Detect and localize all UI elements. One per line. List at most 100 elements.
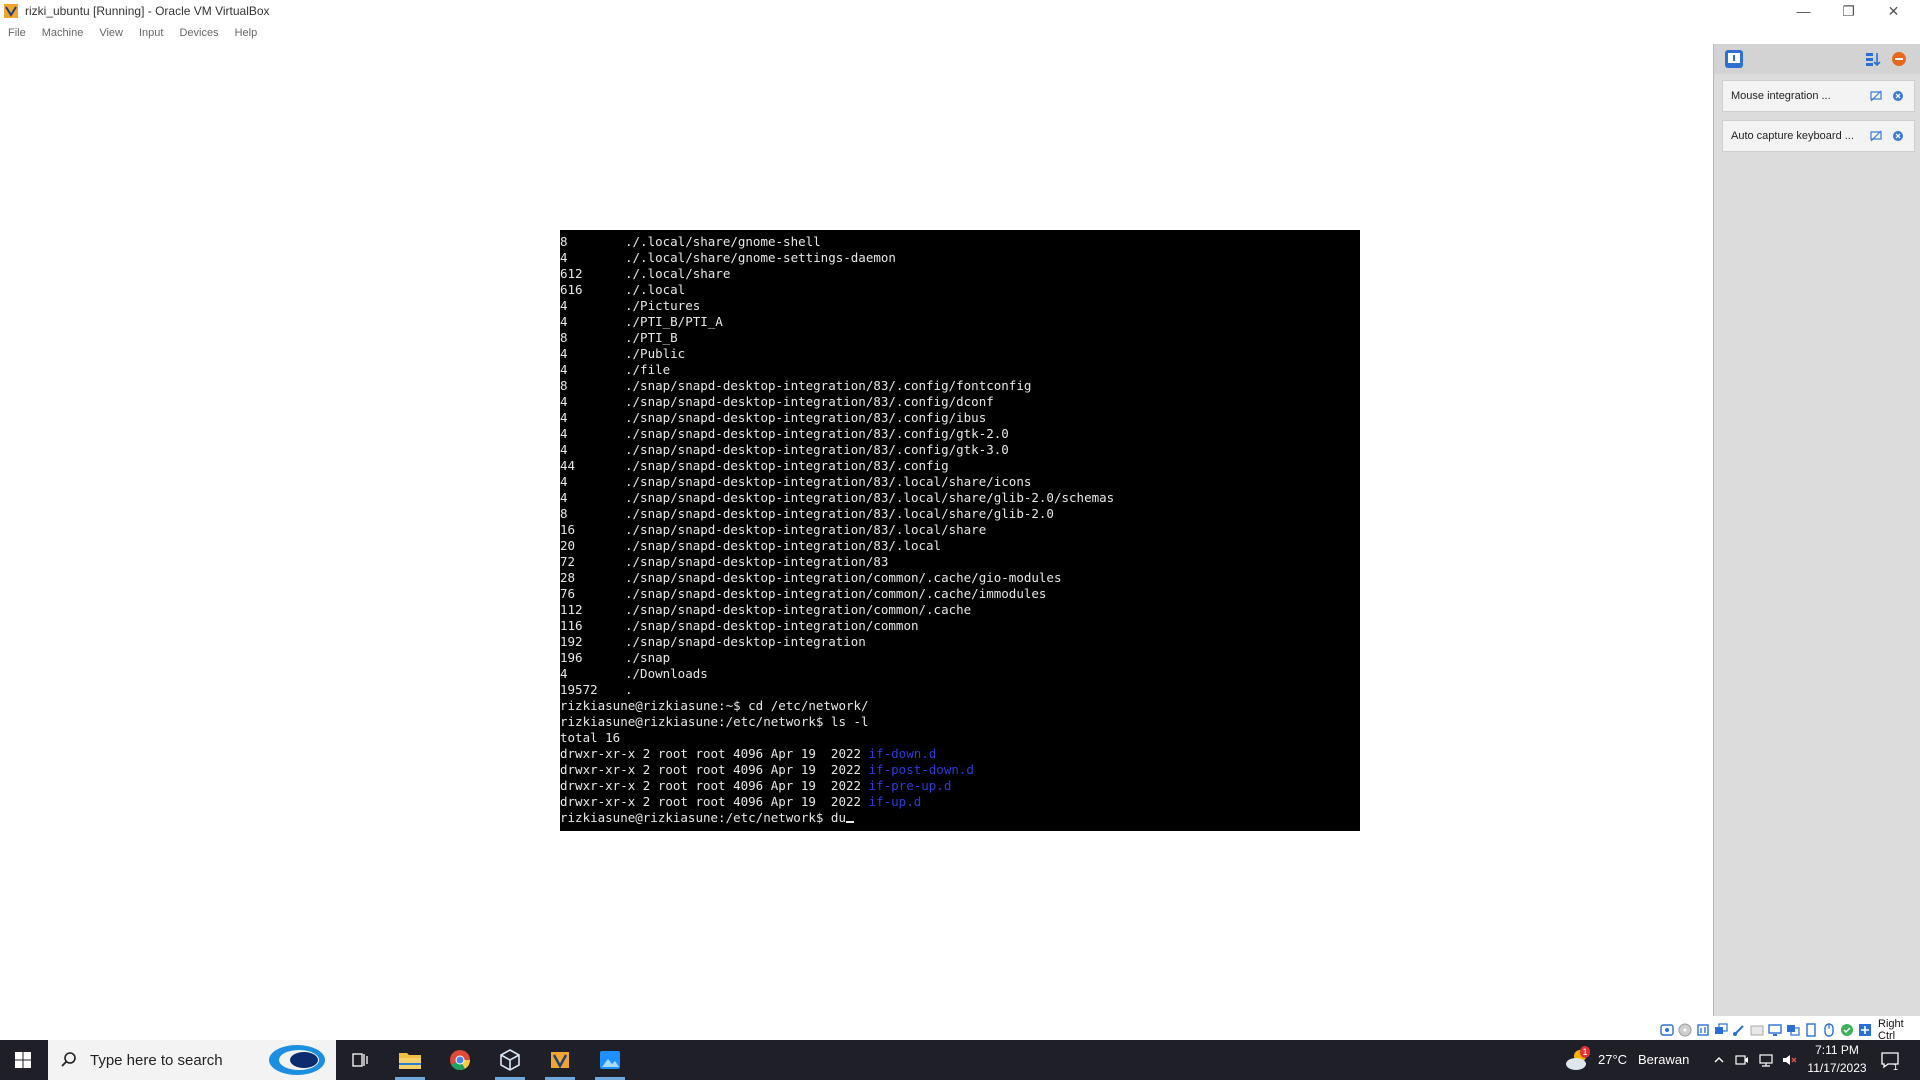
du-output-line: 8 ./PTI_B	[560, 330, 1360, 346]
du-size: 72	[560, 554, 576, 569]
du-output-line: 4 ./snap/snapd-desktop-integration/83/.lo…	[560, 490, 1360, 506]
menu-input[interactable]: Input	[131, 27, 171, 39]
dismiss-icon[interactable]	[1892, 130, 1904, 142]
weather-temperature[interactable]: 27°C	[1598, 1052, 1627, 1067]
network-icon[interactable]	[1758, 1053, 1774, 1067]
notification-mouse-integration[interactable]: Mouse integration ...	[1722, 80, 1915, 112]
du-path: ./snap/snapd-desktop-integration/83	[625, 554, 889, 569]
close-button[interactable]: ✕	[1871, 0, 1916, 22]
search-placeholder: Type here to search	[90, 1051, 223, 1069]
ls-output-row: drwxr-xr-x 2 root root 4096 Apr 19 2022 …	[560, 746, 1360, 762]
du-size: 16	[560, 522, 576, 537]
du-size: 112	[560, 602, 583, 617]
du-output-line: 16 ./snap/snapd-desktop-integration/83/.l…	[560, 522, 1360, 538]
show-hidden-icons-icon[interactable]	[1713, 1054, 1725, 1066]
menu-machine[interactable]: Machine	[34, 27, 92, 39]
start-button[interactable]	[0, 1040, 46, 1080]
notification-center-header	[1714, 44, 1920, 74]
du-size: 616	[560, 282, 583, 297]
restore-button[interactable]: ❐	[1826, 0, 1871, 22]
ls-total-line: total 16	[560, 730, 621, 745]
menu-view[interactable]: View	[91, 27, 131, 39]
du-output-line: 44 ./snap/snapd-desktop-integration/83/.c…	[560, 458, 1360, 474]
volume-muted-icon[interactable]	[1782, 1053, 1798, 1067]
minimize-button[interactable]: —	[1781, 0, 1826, 22]
du-size: 44	[560, 458, 576, 473]
menu-file[interactable]: File	[0, 27, 34, 39]
virtualbox-cube-icon	[500, 1049, 520, 1071]
clear-all-icon	[1892, 52, 1906, 66]
meet-now-icon[interactable]	[1735, 1053, 1749, 1067]
guest-display[interactable]: 8 ./.local/share/gnome-shell 4 ./.local/sha…	[560, 230, 1360, 831]
bing-highlight-icon[interactable]	[266, 1043, 328, 1077]
notification-center-toggle-button[interactable]	[1725, 50, 1743, 68]
du-output-line: 28 ./snap/snapd-desktop-integration/commo…	[560, 570, 1360, 586]
mouse-integration-status-icon[interactable]	[1822, 1023, 1836, 1037]
file-explorer-taskbar-button[interactable]	[387, 1040, 433, 1080]
info-icon	[1728, 53, 1740, 63]
photos-taskbar-button[interactable]	[587, 1040, 633, 1080]
du-output-line: 8 ./snap/snapd-desktop-integration/83/.co…	[560, 378, 1360, 394]
du-path: ./snap/snapd-desktop-integration/83/.loc…	[625, 490, 1115, 505]
audio-status-icon[interactable]	[1696, 1023, 1710, 1037]
guest-additions-status-icon[interactable]	[1840, 1023, 1854, 1037]
menu-devices[interactable]: Devices	[171, 27, 226, 39]
du-path: ./snap/snapd-desktop-integration/83/.loc…	[625, 538, 942, 553]
du-path: ./snap/snapd-desktop-integration/83/.loc…	[625, 522, 987, 537]
du-output-line: 4 ./PTI_B/PTI_A	[560, 314, 1360, 330]
vt-x-status-icon[interactable]	[1804, 1023, 1818, 1037]
dont-show-again-icon[interactable]	[1870, 90, 1882, 102]
shared-folders-status-icon[interactable]	[1750, 1023, 1764, 1037]
clock-time[interactable]: 7:11 PM	[1810, 1043, 1864, 1057]
virtualbox-taskbar-button[interactable]	[487, 1040, 533, 1080]
du-size: 8	[560, 506, 568, 521]
clear-notifications-button[interactable]	[1890, 50, 1908, 68]
notification-center: Mouse integration ... Auto capture keybo…	[1713, 44, 1920, 1016]
du-size: 8	[560, 378, 568, 393]
du-output-line: 4 ./Downloads	[560, 666, 1360, 682]
optical-drive-status-icon[interactable]	[1678, 1023, 1692, 1037]
du-path: ./snap/snapd-desktop-integration/83/.con…	[625, 378, 1032, 393]
du-size: 8	[560, 234, 568, 249]
ls-output-row: drwxr-xr-x 2 root root 4096 Apr 19 2022 …	[560, 778, 1360, 794]
hard-disk-status-icon[interactable]	[1660, 1023, 1674, 1037]
search-icon	[61, 1052, 76, 1067]
du-output-line: 8 ./.local/share/gnome-shell	[560, 234, 1360, 250]
prompt-line[interactable]: rizkiasune@rizkiasune:/etc/network$ du	[560, 810, 1360, 826]
host-key-label[interactable]: Right Ctrl	[1878, 1018, 1920, 1042]
du-path: ./snap/snapd-desktop-integration/83/.con…	[625, 410, 987, 425]
du-size: 8	[560, 330, 568, 345]
display-status-icon[interactable]	[1768, 1023, 1782, 1037]
du-output-line: 4 ./snap/snapd-desktop-integration/83/.co…	[560, 394, 1360, 410]
du-size: 4	[560, 442, 568, 457]
menu-help[interactable]: Help	[227, 27, 266, 39]
ls-directory-name: if-up.d	[868, 794, 922, 809]
du-output-line: 616 ./.local	[560, 282, 1360, 298]
keyboard-capture-status-icon[interactable]	[1858, 1023, 1872, 1037]
du-output-line: 4 ./snap/snapd-desktop-integration/83/.co…	[560, 442, 1360, 458]
chrome-taskbar-button[interactable]	[437, 1040, 483, 1080]
du-path: ./snap/snapd-desktop-integration/83/.con…	[625, 394, 994, 409]
clock-date[interactable]: 11/17/2023	[1806, 1061, 1868, 1075]
virtualbox-vm-taskbar-button[interactable]	[537, 1040, 583, 1080]
weather-description[interactable]: Berawan	[1638, 1052, 1689, 1067]
usb-status-icon[interactable]	[1732, 1023, 1746, 1037]
du-output-line: 20 ./snap/snapd-desktop-integration/83/.l…	[560, 538, 1360, 554]
photos-icon	[600, 1051, 620, 1069]
du-size: 4	[560, 250, 568, 265]
sort-notifications-button[interactable]	[1864, 50, 1882, 68]
du-output-line: 112 ./snap/snapd-desktop-integration/comm…	[560, 602, 1360, 618]
task-view-button[interactable]	[337, 1040, 383, 1080]
ls-directory-name: if-pre-up.d	[868, 778, 952, 793]
recording-status-icon[interactable]	[1786, 1023, 1800, 1037]
dismiss-icon[interactable]	[1892, 90, 1904, 102]
du-path: ./snap/snapd-desktop-integration/83/.con…	[625, 426, 1009, 441]
du-size: 19572	[560, 682, 598, 697]
network-status-icon[interactable]	[1714, 1023, 1728, 1037]
du-size: 4	[560, 426, 568, 441]
du-path: ./snap/snapd-desktop-integration/common	[625, 618, 919, 633]
dont-show-again-icon[interactable]	[1870, 130, 1882, 142]
du-size: 4	[560, 666, 568, 681]
notification-auto-capture-keyboard[interactable]: Auto capture keyboard ...	[1722, 120, 1915, 152]
taskbar-search-box[interactable]: Type here to search	[48, 1040, 336, 1080]
